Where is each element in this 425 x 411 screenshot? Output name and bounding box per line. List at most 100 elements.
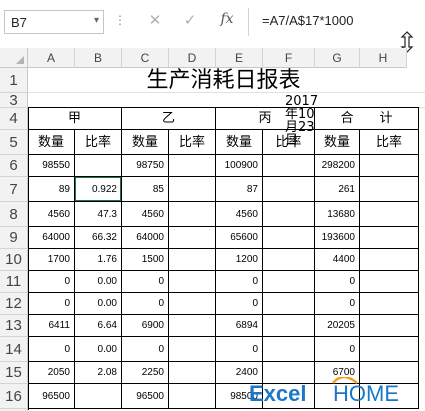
- data-cell[interactable]: 13680: [315, 202, 360, 227]
- column-header-g[interactable]: G: [315, 48, 360, 68]
- group-header[interactable]: 丙: [216, 108, 315, 130]
- data-cell[interactable]: [360, 249, 419, 271]
- data-cell[interactable]: [360, 177, 419, 202]
- data-cell[interactable]: 87: [216, 177, 263, 202]
- chevron-down-icon[interactable]: ▾: [94, 15, 99, 26]
- column-header-f[interactable]: F: [263, 48, 315, 68]
- data-cell[interactable]: 0: [28, 337, 75, 362]
- data-cell[interactable]: [360, 337, 419, 362]
- select-all-corner[interactable]: [0, 48, 28, 68]
- subheader-cell[interactable]: 数量: [122, 130, 169, 155]
- data-cell[interactable]: 6.64: [75, 315, 122, 337]
- data-cell[interactable]: 0.00: [75, 271, 122, 293]
- data-cell[interactable]: [263, 337, 315, 362]
- row-header-16[interactable]: 16: [0, 384, 28, 409]
- row-header-12[interactable]: 12: [0, 293, 28, 315]
- data-cell[interactable]: 98550: [28, 155, 75, 177]
- data-cell[interactable]: 85: [122, 177, 169, 202]
- column-header-a[interactable]: A: [28, 48, 75, 68]
- row-header-4[interactable]: 4: [0, 108, 28, 130]
- data-cell[interactable]: [263, 155, 315, 177]
- data-cell[interactable]: 20205: [315, 315, 360, 337]
- data-cell[interactable]: 4400: [315, 249, 360, 271]
- data-cell[interactable]: 96500: [122, 384, 169, 409]
- data-cell[interactable]: [169, 384, 216, 409]
- data-cell[interactable]: 6894: [216, 315, 263, 337]
- data-cell[interactable]: 0: [122, 271, 169, 293]
- data-cell[interactable]: [75, 384, 122, 409]
- data-cell[interactable]: 0: [315, 293, 360, 315]
- row-header-6[interactable]: 6: [0, 155, 28, 177]
- data-cell[interactable]: 2050: [28, 362, 75, 384]
- data-cell[interactable]: [169, 337, 216, 362]
- data-cell[interactable]: 193600: [315, 227, 360, 249]
- data-cell[interactable]: 0: [315, 271, 360, 293]
- data-cell[interactable]: [169, 177, 216, 202]
- data-cell[interactable]: 2.08: [75, 362, 122, 384]
- data-cell[interactable]: 6900: [122, 315, 169, 337]
- data-cell[interactable]: 4560: [28, 202, 75, 227]
- column-header-b[interactable]: B: [75, 48, 122, 68]
- data-cell[interactable]: [75, 155, 122, 177]
- data-cell[interactable]: 0: [122, 337, 169, 362]
- row-header-1[interactable]: 1: [0, 68, 28, 93]
- data-cell[interactable]: [360, 155, 419, 177]
- subheader-cell[interactable]: 数量: [315, 130, 360, 155]
- data-cell[interactable]: [169, 315, 216, 337]
- data-cell[interactable]: [169, 202, 216, 227]
- column-header-c[interactable]: C: [122, 48, 169, 68]
- data-cell[interactable]: 66.32: [75, 227, 122, 249]
- data-cell[interactable]: 0.00: [75, 337, 122, 362]
- data-cell[interactable]: [263, 271, 315, 293]
- data-cell[interactable]: [263, 293, 315, 315]
- data-cell[interactable]: [263, 249, 315, 271]
- row-header-7[interactable]: 7: [0, 177, 28, 202]
- data-cell[interactable]: 1.76: [75, 249, 122, 271]
- data-cell[interactable]: 1200: [216, 249, 263, 271]
- column-header-d[interactable]: D: [169, 48, 216, 68]
- group-header[interactable]: 甲: [28, 108, 122, 130]
- data-cell[interactable]: 4560: [122, 202, 169, 227]
- row-header-15[interactable]: 15: [0, 362, 28, 384]
- data-cell[interactable]: [360, 293, 419, 315]
- data-cell[interactable]: 0.00: [75, 293, 122, 315]
- subheader-cell[interactable]: 比率: [263, 130, 315, 155]
- data-cell[interactable]: 0: [315, 337, 360, 362]
- data-cell[interactable]: 261: [315, 177, 360, 202]
- data-cell[interactable]: 298200: [315, 155, 360, 177]
- column-header-h[interactable]: H: [360, 48, 407, 68]
- data-cell[interactable]: [169, 362, 216, 384]
- data-cell[interactable]: 1700: [28, 249, 75, 271]
- data-cell[interactable]: [360, 227, 419, 249]
- row-header-9[interactable]: 9: [0, 227, 28, 249]
- data-cell[interactable]: [169, 227, 216, 249]
- data-cell[interactable]: 98750: [122, 155, 169, 177]
- subheader-cell[interactable]: 数量: [28, 130, 75, 155]
- formula-input[interactable]: =A7/A$17*1000: [262, 13, 353, 28]
- data-cell[interactable]: 96500: [28, 384, 75, 409]
- name-box[interactable]: B7 ▾: [4, 10, 104, 34]
- data-cell[interactable]: 0: [216, 293, 263, 315]
- row-header-10[interactable]: 10: [0, 249, 28, 271]
- data-cell[interactable]: 2250: [122, 362, 169, 384]
- subheader-cell[interactable]: 比率: [360, 130, 419, 155]
- data-cell[interactable]: 0: [122, 293, 169, 315]
- row-header-8[interactable]: 8: [0, 202, 28, 227]
- data-cell[interactable]: [360, 315, 419, 337]
- data-cell[interactable]: [263, 202, 315, 227]
- cancel-icon[interactable]: ✕: [145, 11, 165, 29]
- data-cell[interactable]: [263, 227, 315, 249]
- enter-icon[interactable]: ✓: [180, 11, 200, 29]
- column-header-e[interactable]: E: [216, 48, 263, 68]
- data-cell[interactable]: [169, 271, 216, 293]
- data-cell[interactable]: 0: [28, 293, 75, 315]
- group-header[interactable]: 合 计: [315, 108, 419, 130]
- data-cell[interactable]: [360, 202, 419, 227]
- row-header-13[interactable]: 13: [0, 315, 28, 337]
- data-cell[interactable]: 100900: [216, 155, 263, 177]
- data-cell[interactable]: 0: [28, 271, 75, 293]
- group-header[interactable]: 乙: [122, 108, 216, 130]
- subheader-cell[interactable]: 比率: [75, 130, 122, 155]
- data-cell[interactable]: [263, 315, 315, 337]
- data-cell[interactable]: 1500: [122, 249, 169, 271]
